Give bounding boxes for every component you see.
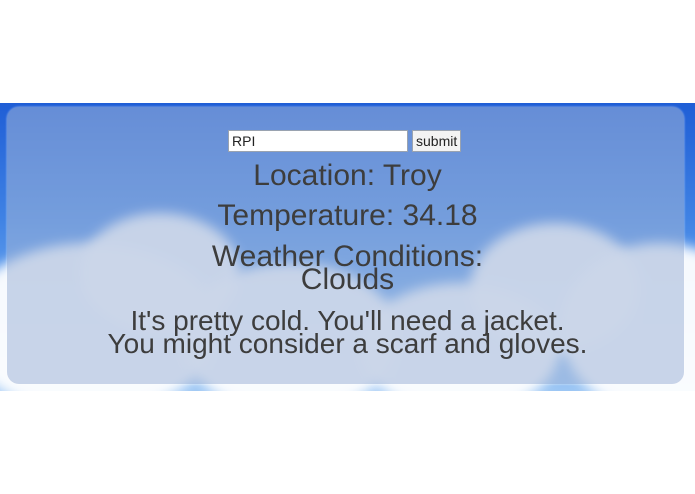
temperature-text: Temperature: 34.18 xyxy=(217,199,478,232)
search-form: submit xyxy=(228,129,462,153)
location-input[interactable] xyxy=(228,130,408,152)
advice-line-2: You might consider a scarf and gloves. xyxy=(107,328,588,359)
location-text: Location: Troy xyxy=(253,159,442,192)
conditions-value: Clouds xyxy=(300,263,395,296)
submit-button[interactable]: submit xyxy=(412,130,462,152)
